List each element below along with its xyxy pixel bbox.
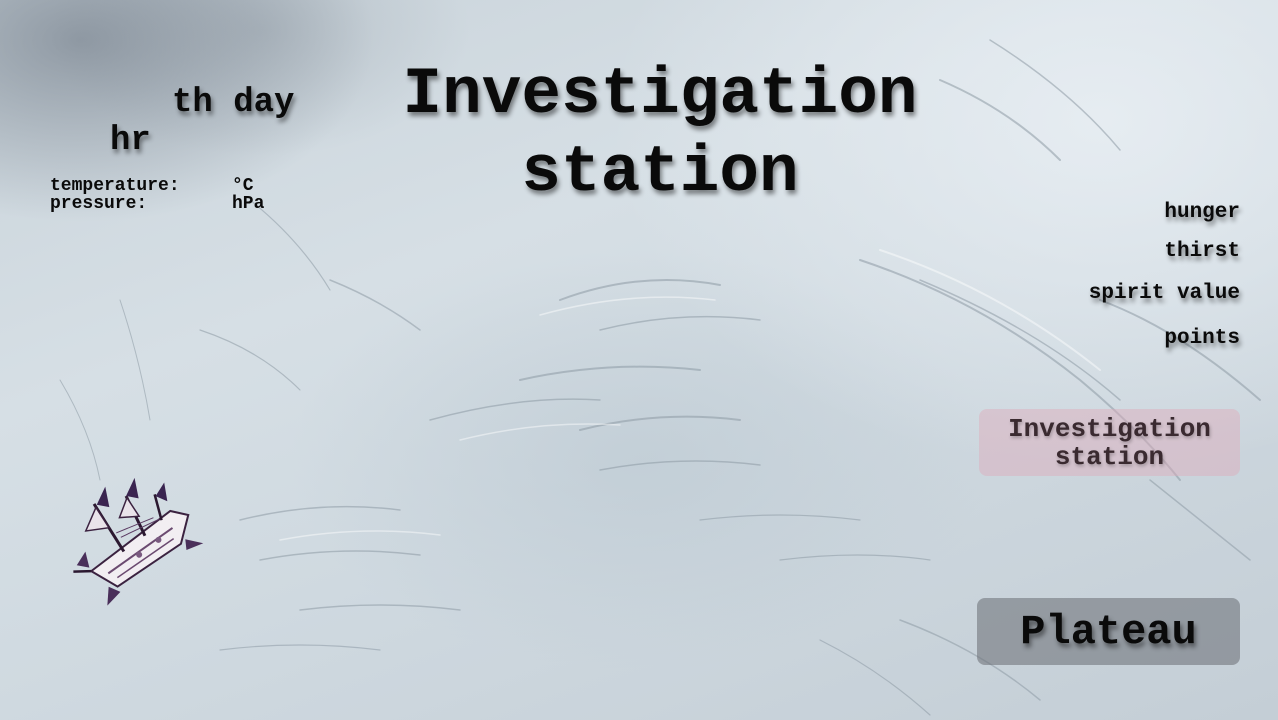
location-title-line-1: Investigation — [402, 57, 918, 132]
day-counter: th day — [172, 84, 294, 122]
temperature-label: temperature: — [50, 176, 180, 196]
points-label: points — [1164, 327, 1240, 350]
location-title-line-2: station — [521, 135, 799, 210]
pressure-unit: hPa — [232, 194, 265, 214]
temperature-unit: °C — [232, 176, 254, 196]
game-scene: th day hr temperature: °C pressure: hPa … — [0, 0, 1278, 720]
location-title: Investigation station — [300, 56, 1020, 212]
current-location-button[interactable]: Investigation station — [979, 409, 1240, 476]
current-location-label-line-1: Investigation — [1008, 413, 1211, 444]
hour-counter: hr — [110, 122, 151, 160]
hour-suffix: hr — [110, 122, 151, 160]
wrecked-ship-icon[interactable] — [62, 468, 212, 608]
spirit-value-label: spirit value — [1088, 282, 1240, 305]
temperature-readout: temperature: °C — [50, 176, 254, 196]
spirit-value-stat: spirit value — [1089, 282, 1240, 305]
hunger-stat: hunger — [1164, 201, 1240, 224]
plateau-travel-button[interactable]: Plateau — [977, 598, 1240, 665]
hunger-label: hunger — [1164, 201, 1240, 224]
thirst-stat: thirst — [1164, 240, 1240, 263]
thirst-label: thirst — [1164, 240, 1240, 263]
points-stat: points — [1164, 327, 1240, 350]
day-suffix: th day — [172, 84, 295, 122]
pressure-label: pressure: — [50, 194, 148, 214]
current-location-label-line-2: station — [1054, 441, 1165, 472]
plateau-label: Plateau — [1020, 607, 1197, 656]
pressure-readout: pressure: hPa — [50, 194, 264, 214]
